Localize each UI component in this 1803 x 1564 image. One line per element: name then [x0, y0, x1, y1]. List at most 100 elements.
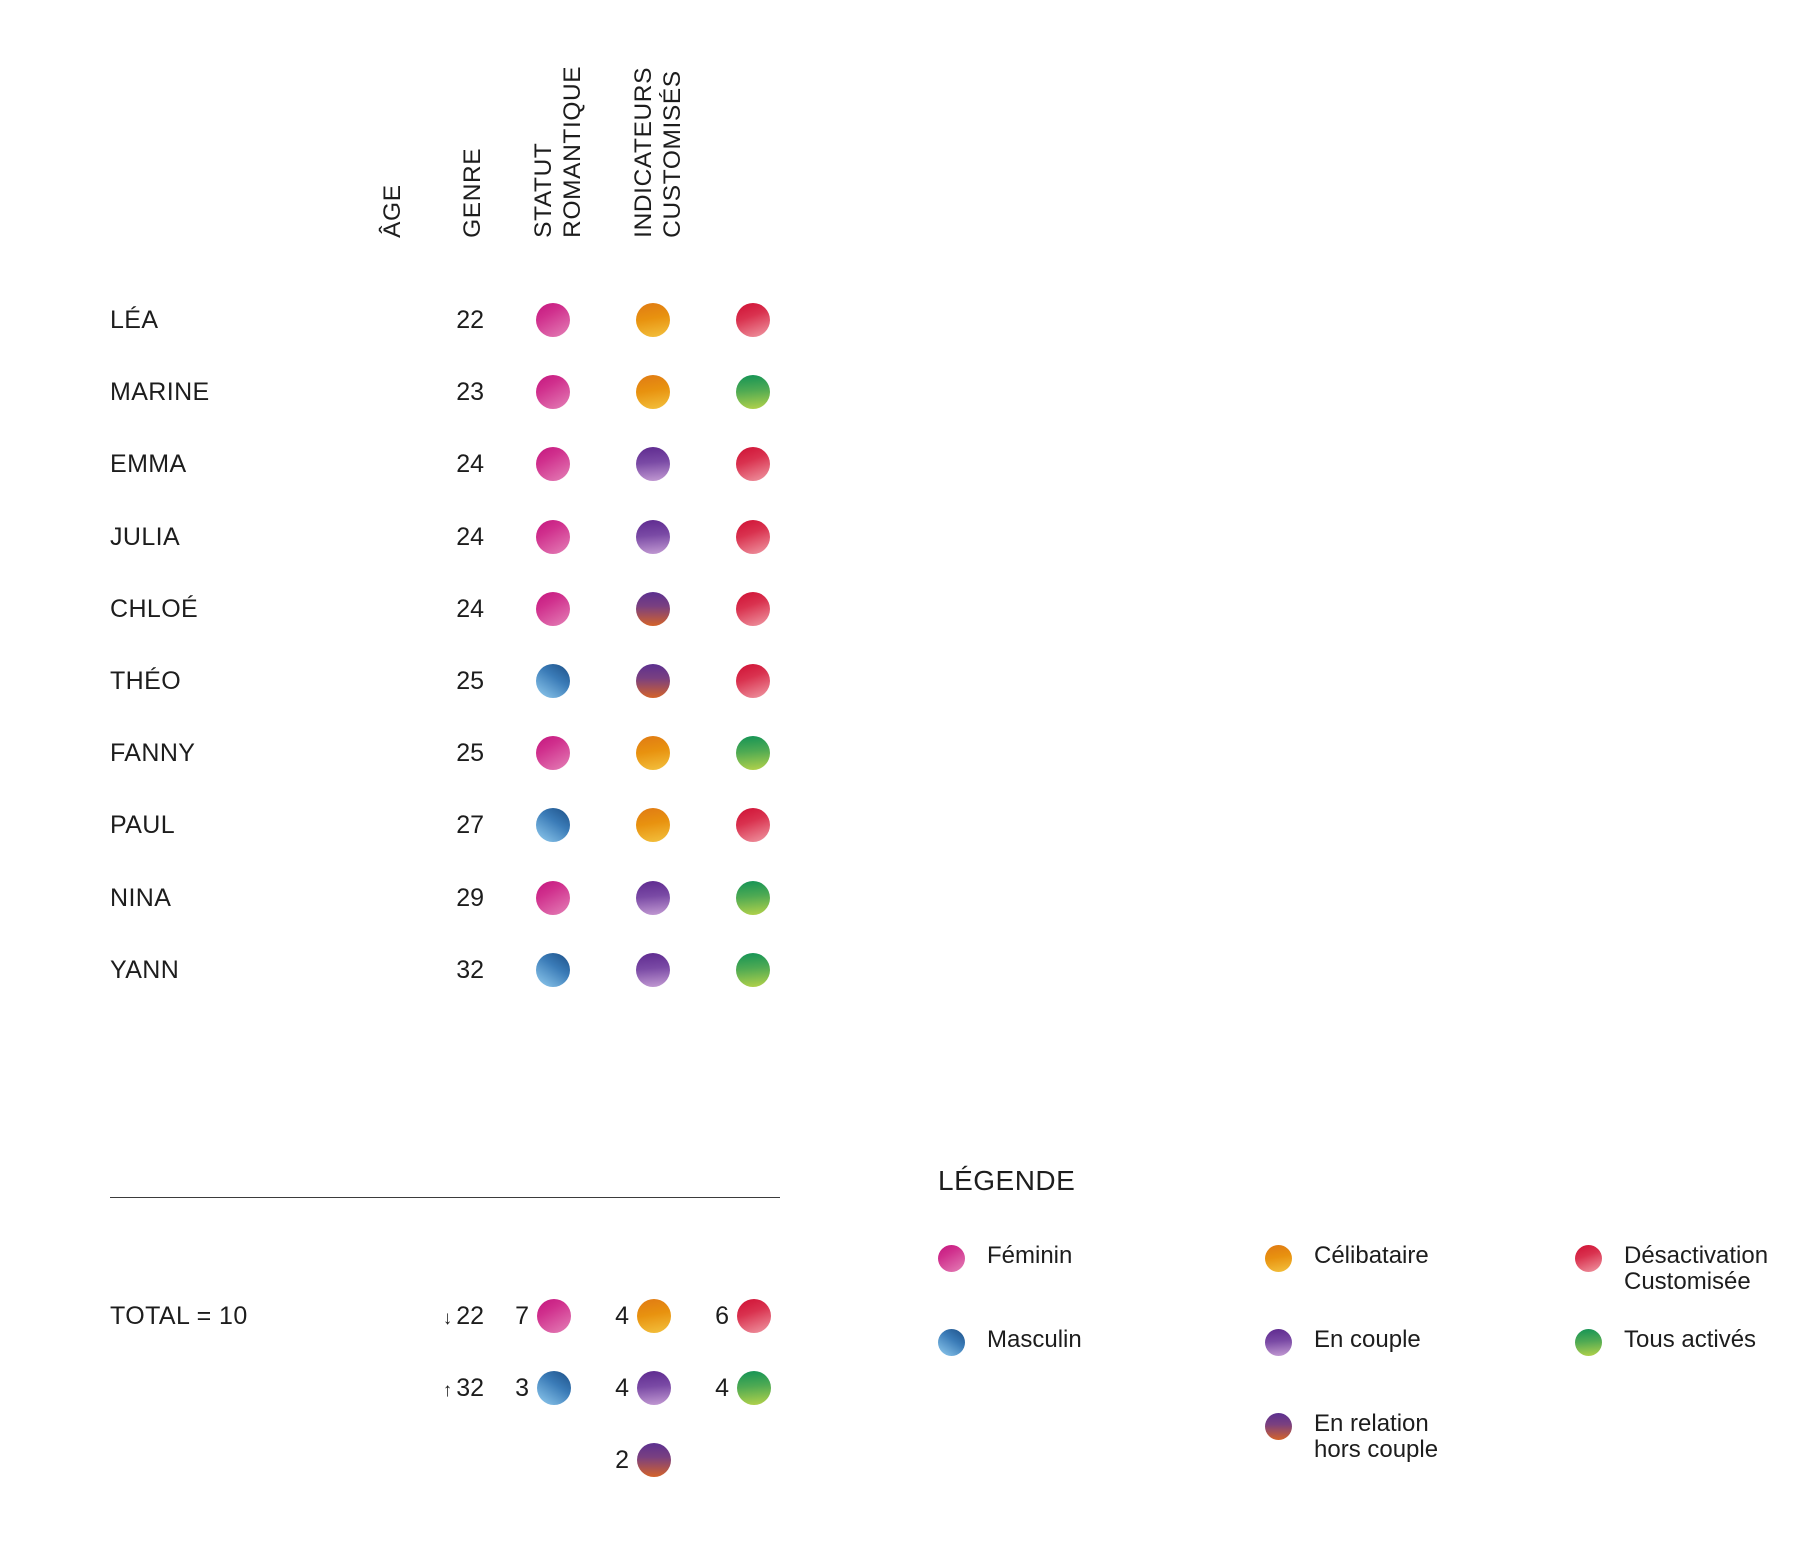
- table-row[interactable]: FANNY 25: [0, 733, 820, 773]
- row-indicateurs-dot[interactable]: [733, 733, 773, 773]
- table-row[interactable]: MARINE 23: [0, 372, 820, 412]
- status-dot-masculin: [536, 952, 570, 987]
- total-count: 2: [615, 1446, 629, 1475]
- row-age-value: 32: [456, 955, 484, 984]
- legend-label: Tous activés: [1624, 1326, 1757, 1353]
- status-dot-en-relation: [636, 591, 670, 626]
- row-genre-dot[interactable]: [533, 733, 573, 773]
- row-age-value: 24: [456, 594, 484, 623]
- legend-item-desactivation[interactable]: Désactivation Customisée: [1575, 1242, 1768, 1296]
- legend-item-feminin[interactable]: Féminin: [938, 1242, 1072, 1272]
- row-statut-dot[interactable]: [633, 878, 673, 918]
- column-header-statut: STATUT ROMANTIQUE: [530, 66, 588, 238]
- row-statut-dot[interactable]: [633, 950, 673, 990]
- status-dot-en-couple: [636, 447, 670, 482]
- row-age-value: 24: [456, 522, 484, 551]
- total-count: 4: [715, 1374, 729, 1403]
- row-statut-dot[interactable]: [633, 805, 673, 845]
- column-header-line: GENRE: [459, 147, 487, 238]
- table-row[interactable]: LÉA 22: [0, 300, 820, 340]
- row-genre-dot[interactable]: [533, 805, 573, 845]
- row-indicateurs-dot[interactable]: [733, 372, 773, 412]
- table-row[interactable]: YANN 32: [0, 950, 820, 990]
- row-name: CHLOÉ: [110, 594, 199, 623]
- row-age-value: 22: [456, 306, 484, 334]
- legend-item-en-relation[interactable]: En relation hors couple: [1265, 1410, 1438, 1464]
- row-genre-dot[interactable]: [533, 950, 573, 990]
- status-dot-desactivation: [736, 447, 770, 482]
- status-dot-feminin: [536, 519, 570, 554]
- total-count: 3: [515, 1374, 529, 1403]
- row-indicateurs-dot[interactable]: [733, 661, 773, 701]
- table-row[interactable]: NINA 29: [0, 878, 820, 918]
- status-dot-tous-actives: [736, 736, 770, 771]
- row-statut-dot[interactable]: [633, 372, 673, 412]
- arrow-icon: ↑: [442, 1380, 453, 1402]
- legend-item-en-couple[interactable]: En couple: [1265, 1326, 1421, 1356]
- status-dot-desactivation: [736, 808, 770, 843]
- status-dot-feminin: [536, 736, 570, 771]
- status-dot-feminin: [536, 880, 570, 915]
- row-name: FANNY: [110, 739, 196, 768]
- age-extreme-value: 22: [456, 1302, 484, 1330]
- table-row[interactable]: PAUL 27: [0, 805, 820, 845]
- column-header-line: ROMANTIQUE: [559, 65, 587, 238]
- row-statut-dot[interactable]: [633, 300, 673, 340]
- row-indicateurs-dot[interactable]: [733, 589, 773, 629]
- status-dot-desactivation: [736, 664, 770, 698]
- status-dot-tous-actives: [736, 375, 770, 410]
- row-genre-dot[interactable]: [533, 517, 573, 557]
- status-dot-desactivation: [736, 591, 770, 626]
- total-count: 4: [615, 1302, 629, 1330]
- total-genre-feminin: 7: [507, 1296, 571, 1336]
- legend-label: En couple: [1314, 1326, 1421, 1353]
- row-indicateurs-dot[interactable]: [733, 950, 773, 990]
- row-genre-dot[interactable]: [533, 372, 573, 412]
- legend-item-celibataire[interactable]: Célibataire: [1265, 1242, 1429, 1272]
- legend-swatch-tous-actives: [1575, 1329, 1602, 1356]
- status-dot-en-couple: [637, 1371, 671, 1406]
- row-statut-dot[interactable]: [633, 517, 673, 557]
- row-name: EMMA: [110, 450, 187, 479]
- table-row[interactable]: JULIA 24: [0, 517, 820, 557]
- row-genre-dot[interactable]: [533, 300, 573, 340]
- column-header-line: CUSTOMISÉS: [659, 70, 687, 238]
- row-genre-dot[interactable]: [533, 444, 573, 484]
- row-indicateurs-dot[interactable]: [733, 300, 773, 340]
- row-statut-dot[interactable]: [633, 661, 673, 701]
- row-genre-dot[interactable]: [533, 878, 573, 918]
- age-extreme-value: 32: [456, 1374, 484, 1403]
- total-count: 7: [515, 1302, 529, 1330]
- row-indicateurs-dot[interactable]: [733, 444, 773, 484]
- status-dot-en-relation: [637, 1443, 671, 1478]
- row-statut-dot[interactable]: [633, 444, 673, 484]
- total-statut-celibataire: 4: [607, 1296, 671, 1336]
- row-age-value: 24: [456, 450, 484, 479]
- status-dot-tous-actives: [737, 1371, 771, 1406]
- legend-swatch-masculin: [938, 1329, 965, 1356]
- status-dot-tous-actives: [736, 952, 770, 987]
- total-age-max: ↑ 32: [372, 1368, 484, 1408]
- row-name: MARINE: [110, 378, 210, 407]
- total-statut-en-couple: 4: [607, 1368, 671, 1408]
- table-row[interactable]: CHLOÉ 24: [0, 589, 820, 629]
- row-statut-dot[interactable]: [633, 733, 673, 773]
- row-indicateurs-dot[interactable]: [733, 805, 773, 845]
- row-genre-dot[interactable]: [533, 661, 573, 701]
- total-label: TOTAL = 10: [110, 1302, 248, 1330]
- column-header-indic: INDICATEURS CUSTOMISÉS: [630, 67, 688, 238]
- legend-label: Masculin: [987, 1326, 1082, 1353]
- row-genre-dot[interactable]: [533, 589, 573, 629]
- row-age-value: 27: [456, 811, 484, 840]
- status-dot-feminin: [536, 447, 570, 482]
- column-header-genre: GENRE: [459, 148, 488, 238]
- row-indicateurs-dot[interactable]: [733, 517, 773, 557]
- legend-item-tous-actives[interactable]: Tous activés: [1575, 1326, 1757, 1356]
- legend-item-masculin[interactable]: Masculin: [938, 1326, 1082, 1356]
- table-row[interactable]: THÉO 25: [0, 661, 820, 701]
- row-indicateurs-dot[interactable]: [733, 878, 773, 918]
- status-dot-feminin: [537, 1299, 571, 1333]
- table-row[interactable]: EMMA 24: [0, 444, 820, 484]
- row-statut-dot[interactable]: [633, 589, 673, 629]
- total-genre-masculin: 3: [507, 1368, 571, 1408]
